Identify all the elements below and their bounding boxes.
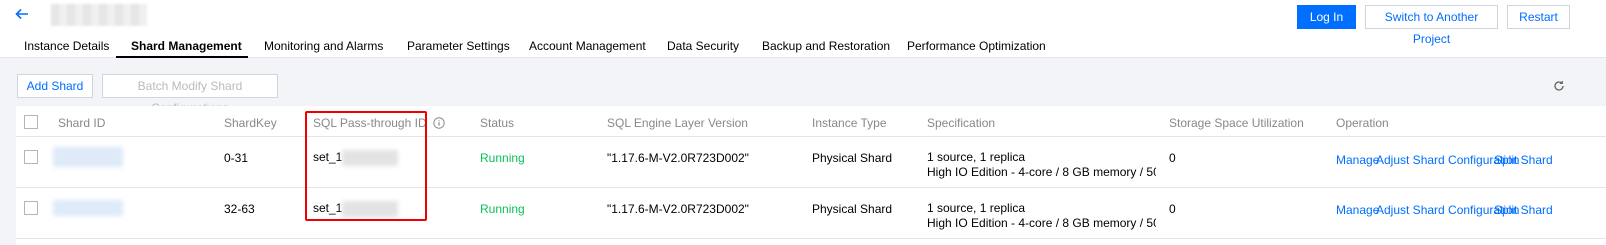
instance-type: Physical Shard [812,151,893,165]
col-sql-passthrough-id: SQL Pass-through ID [313,116,445,130]
select-all-checkbox[interactable] [24,115,38,129]
engine-version: "1.17.6-M-V2.0R723D002" [607,151,749,165]
sql-id-redacted [342,201,399,217]
table-header: Shard ID ShardKey SQL Pass-through ID St… [16,106,1606,137]
col-shardkey: ShardKey [224,116,277,130]
tab-account-management[interactable]: Account Management [529,38,646,54]
shard-id-redacted[interactable] [53,147,123,167]
sql-passthrough-id: set_1 [313,201,399,217]
tab-performance-optimization[interactable]: Performance Optimization [907,38,1046,54]
tab-shard-management[interactable]: Shard Management [131,38,242,54]
restart-button[interactable]: Restart [1507,5,1570,29]
col-operation: Operation [1336,116,1389,130]
storage-utilization: 0 [1169,202,1176,216]
manage-link[interactable]: Manage [1336,153,1379,167]
split-shard-link[interactable]: Split Shard [1494,203,1553,217]
spec-line-1: 1 source, 1 replica [927,201,1026,215]
shard-key: 0-31 [224,151,249,165]
tab-parameter-settings[interactable]: Parameter Settings [407,38,510,54]
table-row: 32-63 set_1 Running "1.17.6-M-V2.0R723D0… [16,188,1606,239]
page-header: Log In Switch to Another Project Restart… [0,0,1606,58]
sql-id-text: set_1 [313,150,343,165]
col-instance-type: Instance Type [812,116,887,130]
col-engine-version: SQL Engine Layer Version [607,116,748,130]
storage-utilization: 0 [1169,151,1176,165]
instance-title-redacted [51,4,147,26]
engine-version: "1.17.6-M-V2.0R723D002" [607,202,749,216]
row-checkbox[interactable] [24,201,38,215]
col-sql-passthrough-label: SQL Pass-through ID [313,116,427,130]
col-specification: Specification [927,116,996,130]
manage-link[interactable]: Manage [1336,203,1379,217]
status-running: Running [480,151,525,165]
row-checkbox[interactable] [24,150,38,164]
active-tab-indicator [116,56,248,58]
col-status: Status [480,116,515,130]
sql-passthrough-id: set_1 [313,150,399,166]
info-icon[interactable] [433,117,445,129]
col-shard-id: Shard ID [58,116,106,130]
split-shard-link[interactable]: Split Shard [1494,153,1553,167]
add-shard-button[interactable]: Add Shard [17,74,93,98]
spec-line-1: 1 source, 1 replica [927,150,1026,164]
spec-line-2: High IO Edition - 4-core / 8 GB memory /… [927,216,1156,230]
shard-key: 32-63 [224,202,255,216]
status-running: Running [480,202,525,216]
spec-line-2: High IO Edition - 4-core / 8 GB memory /… [927,165,1156,179]
sql-id-redacted [342,150,399,166]
shard-table: Shard ID ShardKey SQL Pass-through ID St… [16,106,1606,245]
tab-backup-restoration[interactable]: Backup and Restoration [762,38,890,54]
instance-type: Physical Shard [812,202,893,216]
tab-data-security[interactable]: Data Security [667,38,739,54]
tab-monitoring-alarms[interactable]: Monitoring and Alarms [264,38,383,54]
shard-id-redacted[interactable] [53,200,123,216]
sql-id-text: set_1 [313,201,343,216]
batch-modify-button[interactable]: Batch Modify Shard Configurations [102,74,278,115]
switch-project-button[interactable]: Switch to Another Project [1365,5,1498,46]
login-button[interactable]: Log In [1297,5,1356,29]
tab-instance-details[interactable]: Instance Details [24,38,109,54]
arrow-left-icon[interactable] [15,7,29,21]
refresh-icon[interactable] [1553,80,1565,92]
col-storage-utilization: Storage Space Utilization [1169,116,1304,130]
table-row: 0-31 set_1 Running "1.17.6-M-V2.0R723D00… [16,137,1606,188]
